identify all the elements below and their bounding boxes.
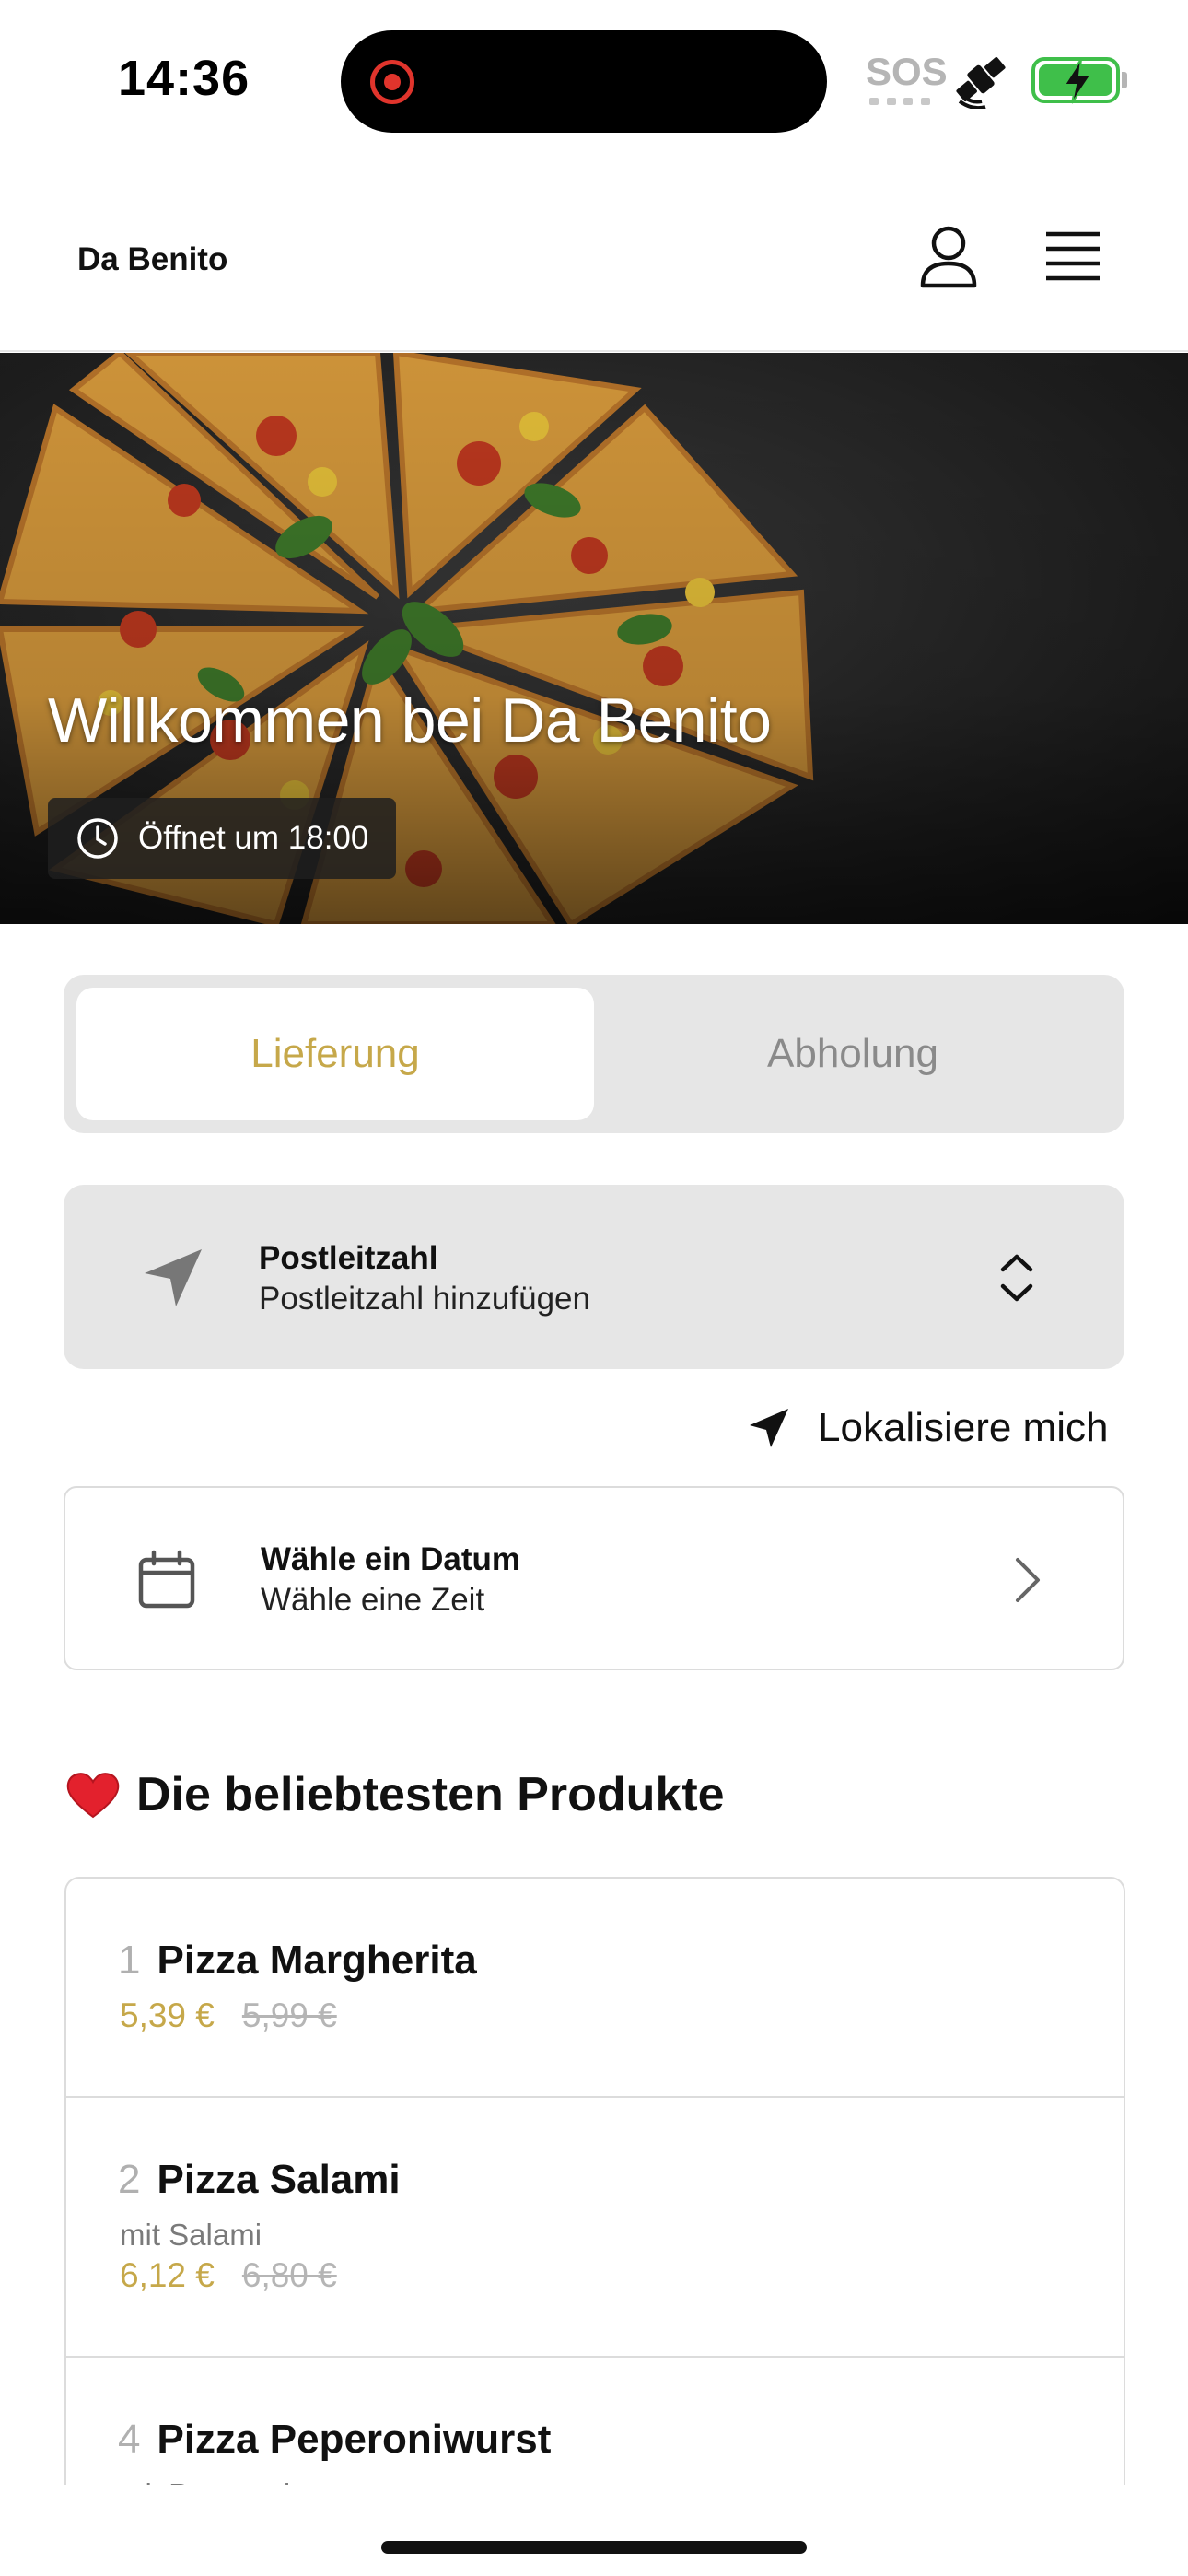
product-name: Pizza Salami: [157, 2157, 401, 2202]
status-time: 14:36: [118, 51, 250, 106]
date-time-selector[interactable]: Wähle ein Datum Wähle eine Zeit: [64, 1486, 1124, 1670]
chevron-up-down-icon: [1000, 1254, 1033, 1302]
product-list: 1 Pizza Margherita 5,39 € 5,99 € 2 Pizza…: [64, 1877, 1125, 2485]
time-label: Wähle eine Zeit: [261, 1582, 485, 1618]
product-row[interactable]: 4 Pizza Peperoniwurst mit Peperoniwurst: [66, 2358, 1124, 2485]
postal-code-placeholder: Postleitzahl hinzufügen: [259, 1281, 590, 1317]
person-icon[interactable]: [912, 221, 985, 295]
product-name: Pizza Peperoniwurst: [157, 2417, 552, 2462]
order-mode-toggle: Lieferung Abholung: [64, 975, 1124, 1133]
product-description: mit Salami: [120, 2218, 262, 2252]
product-price: 5,39 €: [120, 1996, 215, 2034]
chevron-right-icon: [1016, 1558, 1040, 1602]
locate-me-label: Lokalisiere mich: [818, 1405, 1109, 1450]
hero-banner: Willkommen bei Da Benito Öffnet um 18:00: [0, 353, 1188, 924]
postal-code-label: Postleitzahl: [259, 1240, 438, 1276]
postal-code-selector[interactable]: Postleitzahl Postleitzahl hinzufügen: [64, 1185, 1124, 1369]
locate-me-button[interactable]: Lokalisiere mich: [746, 1400, 1108, 1456]
product-name: Pizza Margherita: [157, 1938, 477, 1983]
product-old-price: 5,99 €: [241, 1996, 337, 2034]
product-description: mit Peperoniwurst: [120, 2477, 363, 2485]
date-label: Wähle ein Datum: [261, 1541, 520, 1577]
app-header: Da Benito: [0, 157, 1188, 352]
location-arrow-icon: [750, 1409, 788, 1447]
product-row[interactable]: 1 Pizza Margherita 5,39 € 5,99 €: [66, 1879, 1124, 2098]
product-price: 6,12 €: [120, 2256, 215, 2294]
home-indicator[interactable]: [381, 2541, 807, 2554]
tab-pickup[interactable]: Abholung: [594, 988, 1112, 1120]
opening-hours-text: Öffnet um 18:00: [138, 820, 369, 856]
menu-icon[interactable]: [1041, 227, 1105, 287]
sos-indicator: SOS: [866, 50, 948, 93]
product-rank: 2: [118, 2157, 141, 2202]
hero-title: Willkommen bei Da Benito: [48, 685, 772, 755]
clock-icon: [77, 818, 118, 859]
navigation-arrow-icon: [145, 1249, 202, 1306]
tab-delivery[interactable]: Lieferung: [76, 988, 594, 1120]
calendar-icon: [138, 1550, 195, 1609]
heart-icon: [66, 1773, 120, 1819]
product-row[interactable]: 2 Pizza Salami mit Salami 6,12 € 6,80 €: [66, 2098, 1124, 2358]
satellite-icon: [956, 57, 1006, 109]
battery-cap: [1122, 72, 1127, 88]
charging-bolt-icon: [1063, 58, 1092, 104]
product-rank: 4: [118, 2417, 141, 2462]
sos-signal-dots: [869, 98, 930, 105]
popular-products-heading: Die beliebtesten Produkte: [64, 1767, 725, 1822]
product-rank: 1: [118, 1938, 141, 1983]
screen-record-icon: [370, 60, 414, 104]
dynamic-island: [341, 30, 827, 133]
product-old-price: 6,80 €: [241, 2256, 337, 2294]
status-bar: 14:36 SOS: [0, 0, 1188, 157]
opening-hours-badge: Öffnet um 18:00: [48, 798, 397, 879]
section-title: Die beliebtesten Produkte: [136, 1768, 725, 1821]
brand-name[interactable]: Da Benito: [77, 241, 227, 278]
